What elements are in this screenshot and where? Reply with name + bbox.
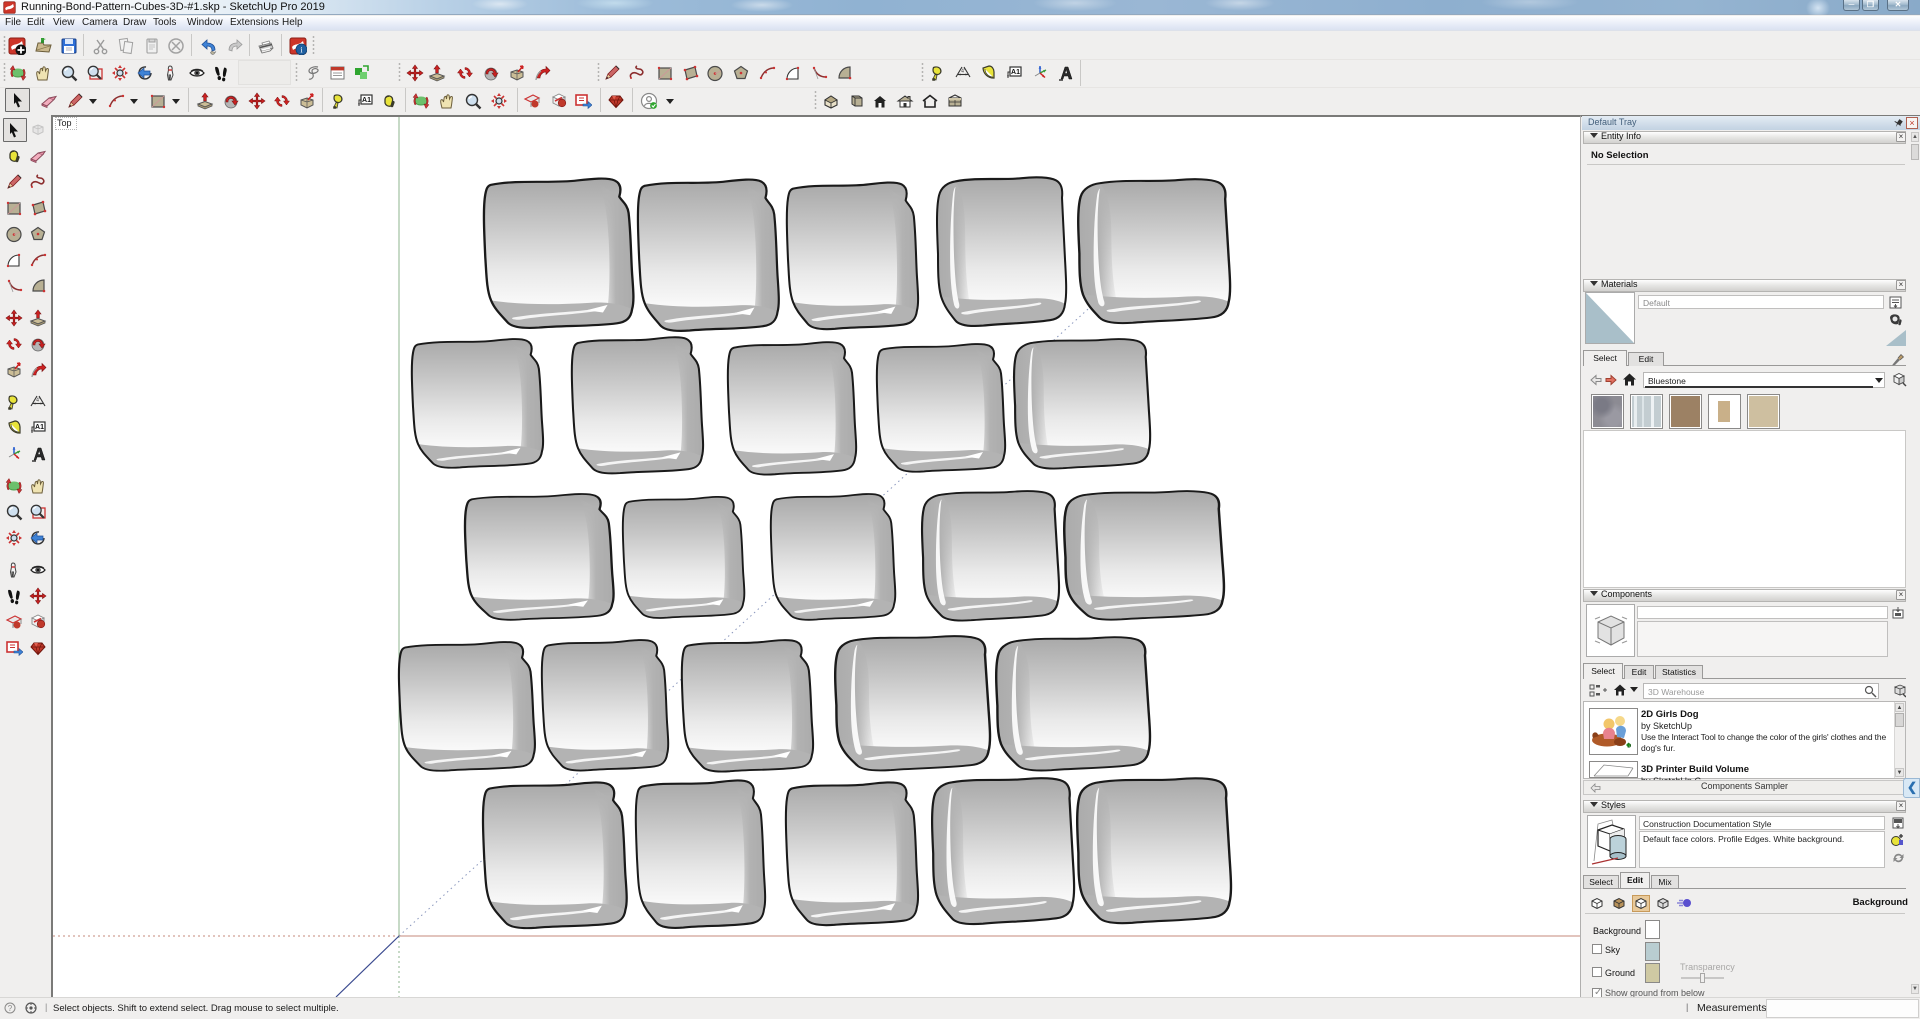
svg-text:?: ? (8, 1004, 13, 1013)
svg-text:D: D (1627, 744, 1631, 750)
